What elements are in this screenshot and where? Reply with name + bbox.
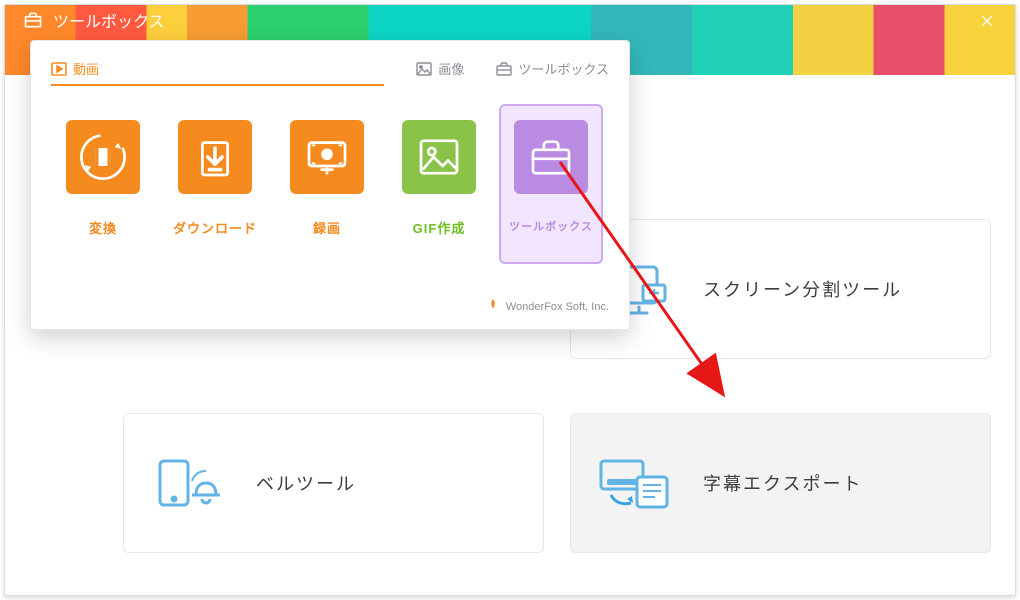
tab-image[interactable]: 画像 [416,59,464,86]
tool-label: 字幕エクスポート [703,470,862,496]
toolbox-title-icon [23,10,43,30]
tile-label: GIF作成 [387,218,491,237]
company-name: WonderFox Soft, Inc. [506,301,609,313]
image-tab-icon [416,62,432,76]
gif-icon [402,120,476,194]
window-title: ツールボックス [23,8,165,32]
tile-label: ツールボックス [501,218,601,234]
tile-convert[interactable]: 変換 [51,104,155,264]
tool-screen-split[interactable]: スクリーン分割ツール [570,219,991,359]
tile-record[interactable]: 録画 [275,104,379,264]
popup-footer: WonderFox Soft, Inc. [51,298,609,315]
tool-subtitle-export[interactable]: 字幕エクスポート [570,413,991,553]
tab-label: 画像 [438,59,464,78]
convert-icon [66,120,140,194]
subtitle-export-icon [597,455,675,511]
wonderfox-logo-icon [486,298,500,315]
window-title-text: ツールボックス [53,8,165,32]
tile-label: ダウンロード [163,218,267,237]
tab-toolbox[interactable]: ツールボックス [496,59,609,86]
close-button[interactable] [971,9,1003,33]
tile-gif[interactable]: GIF作成 [387,104,491,264]
tab-video[interactable]: 動画 [51,59,384,86]
video-tab-icon [51,62,67,76]
tile-toolbox[interactable]: ツールボックス [499,104,603,264]
tile-label: 変換 [51,218,155,237]
record-icon [290,120,364,194]
tile-row: 変換 ダウンロード [51,104,609,264]
tile-download[interactable]: ダウンロード [163,104,267,264]
tool-bell[interactable]: ベルツール [123,413,544,553]
home-popup: 動画 画像 ツールボックス [30,40,630,330]
toolbox-tab-icon [496,62,512,76]
tab-label: 動画 [73,59,99,78]
popup-tabs: 動画 画像 ツールボックス [51,59,609,86]
tool-label: スクリーン分割ツール [703,276,902,302]
bell-tool-icon [150,455,228,511]
download-icon [178,120,252,194]
tool-label: ベルツール [256,470,356,496]
close-icon [979,13,995,29]
tile-label: 録画 [275,218,379,237]
tab-label: ツールボックス [518,59,609,78]
toolbox-tile-icon [514,120,588,194]
